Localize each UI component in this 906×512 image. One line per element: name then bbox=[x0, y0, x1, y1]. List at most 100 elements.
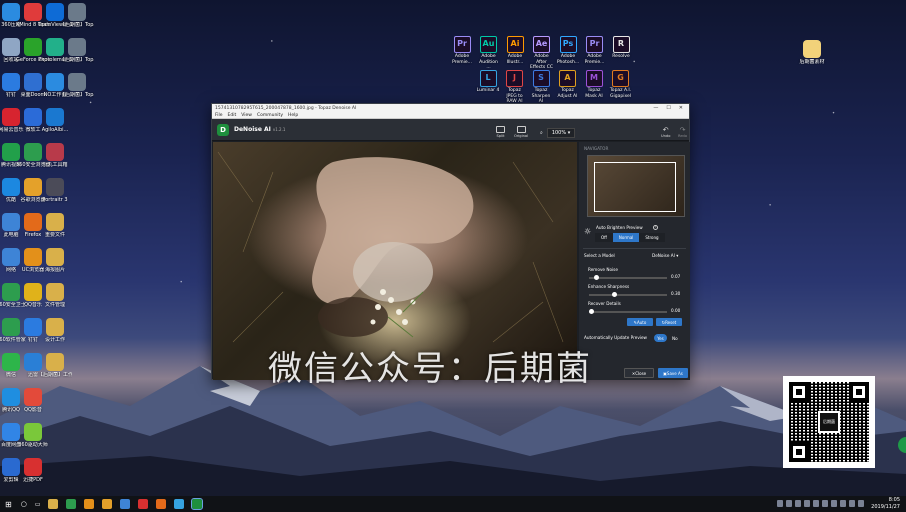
maximize-button[interactable]: ☐ bbox=[666, 105, 670, 111]
app-icon: A bbox=[559, 70, 576, 87]
tray-icon[interactable] bbox=[822, 500, 828, 507]
tray-icon[interactable] bbox=[831, 500, 837, 507]
app-icon: Pr bbox=[586, 36, 603, 53]
recover-details-slider[interactable] bbox=[589, 309, 667, 314]
app-icon[interactable] bbox=[138, 499, 149, 509]
adobe-app-icon[interactable]: Ps Adobe Photosh... bbox=[556, 36, 580, 65]
desktop-icon-folder[interactable]: 后期菌素材 bbox=[795, 38, 829, 65]
desktop-icon[interactable]: 重要文件 bbox=[38, 211, 72, 238]
topaz-app-icon[interactable]: S Topaz Sharpen AI bbox=[529, 70, 553, 105]
zoom-select[interactable]: 100% ▾ bbox=[546, 128, 576, 138]
brighten-off[interactable]: Off bbox=[595, 233, 613, 242]
app-icon bbox=[24, 388, 42, 406]
close-window-button[interactable]: ✕ bbox=[679, 105, 683, 111]
minimize-button[interactable]: — bbox=[653, 105, 658, 111]
desktop-icon[interactable]: 360驱动大师 bbox=[16, 421, 50, 448]
task-view-icon[interactable]: ▭ bbox=[35, 501, 41, 508]
desktop-icon[interactable]: 【后期菌】工作室 bbox=[38, 351, 72, 378]
desktop-icon[interactable]: 设计工作 bbox=[38, 316, 72, 343]
menu-view[interactable]: View bbox=[241, 113, 252, 118]
desktop-icon[interactable]: QQ影音 bbox=[16, 386, 50, 413]
menu-community[interactable]: Community bbox=[257, 113, 283, 118]
original-view-button[interactable]: Original bbox=[514, 126, 528, 138]
denoise-taskbar-icon[interactable] bbox=[191, 498, 204, 510]
desktop-icon[interactable]: 【后期菌】Topaz AI... bbox=[60, 1, 94, 28]
taskbar-clock[interactable]: 8:05 2019/11/27 bbox=[871, 497, 900, 510]
topaz-app-icon[interactable]: J Topaz JPEG to RAW AI bbox=[503, 70, 527, 105]
tray-icon[interactable] bbox=[777, 500, 783, 507]
slider-handle[interactable] bbox=[594, 275, 600, 280]
model-select[interactable]: DeNoise AI ▾ bbox=[652, 253, 678, 258]
adobe-app-icon[interactable]: Pr Adobe Premie... bbox=[450, 36, 474, 65]
app-icon bbox=[24, 458, 42, 476]
menu-help[interactable]: Help bbox=[288, 113, 298, 118]
app-header: D DeNoise AI v1.2.1 bbox=[212, 119, 689, 141]
desktop-icon-label: QQ影音 bbox=[24, 407, 42, 413]
desktop-icon[interactable]: 海报图片 bbox=[38, 246, 72, 273]
app-icon bbox=[46, 143, 64, 161]
save-as-button[interactable]: ▣ Save As bbox=[658, 368, 688, 378]
desktop-icon[interactable]: 【后期菌】Topaz AI... bbox=[60, 71, 94, 98]
network-icon[interactable] bbox=[858, 500, 864, 507]
zoom-control: ⌕ 100% ▾ bbox=[540, 128, 576, 138]
desktop-icon[interactable]: 文件管理 bbox=[38, 281, 72, 308]
firefox-icon[interactable] bbox=[156, 499, 167, 509]
reset-button[interactable]: ↻ Reset bbox=[656, 318, 682, 326]
app-icon[interactable] bbox=[174, 499, 185, 509]
uc-browser-icon[interactable] bbox=[84, 499, 95, 509]
enhance-sharpness-slider[interactable] bbox=[589, 292, 667, 297]
window-titlebar[interactable]: 1574131078295T615_200047878_1600.jpg - T… bbox=[212, 104, 689, 112]
app-icon bbox=[68, 3, 86, 21]
volume-icon[interactable] bbox=[849, 500, 855, 507]
adobe-app-icon[interactable]: Au Adobe Audition ... bbox=[477, 36, 501, 71]
desktop-icon-label: 重要文件 bbox=[44, 232, 65, 238]
adobe-app-icon[interactable]: Pr Adobe Premie... bbox=[583, 36, 607, 65]
slider-handle[interactable] bbox=[589, 309, 594, 314]
desktop-icon[interactable]: Portraitr 3 bbox=[38, 176, 72, 203]
file-explorer-icon[interactable] bbox=[48, 499, 59, 509]
undo-button[interactable]: ↶ Undo bbox=[661, 126, 670, 138]
browser-360-icon[interactable] bbox=[66, 499, 77, 509]
chrome-icon[interactable] bbox=[102, 499, 113, 509]
auto-update-no[interactable]: No bbox=[672, 336, 678, 341]
brighten-strong[interactable]: Strong bbox=[639, 233, 665, 242]
tray-icon[interactable] bbox=[840, 500, 846, 507]
adobe-app-icon[interactable]: R Resolve bbox=[609, 36, 633, 60]
desktop-icon[interactable]: 小丸工具箱 bbox=[38, 141, 72, 168]
app-name: DeNoise AI bbox=[234, 126, 271, 133]
adobe-app-icon[interactable]: Ai Adobe Illustr... bbox=[503, 36, 527, 65]
menu-file[interactable]: File bbox=[215, 113, 223, 118]
redo-button[interactable]: ↷ Redo bbox=[678, 126, 687, 138]
topaz-app-icon[interactable]: M Topaz Mask AI bbox=[582, 70, 606, 99]
desktop-icon[interactable]: 迅捷PDF bbox=[16, 456, 50, 483]
topaz-app-icon[interactable]: G Topaz A.I. Gigapixel bbox=[609, 70, 633, 99]
app-icon: Ps bbox=[559, 36, 577, 53]
topaz-app-icon[interactable]: A Topaz Adjust AI bbox=[556, 70, 580, 99]
app-icon bbox=[46, 213, 64, 231]
search-icon[interactable]: ○ bbox=[21, 500, 27, 508]
desktop-icon[interactable]: AgiloAlbi... bbox=[38, 106, 72, 133]
menu-edit[interactable]: Edit bbox=[228, 113, 237, 118]
close-button[interactable]: ✕ Close bbox=[624, 368, 654, 378]
navigator-frame[interactable] bbox=[594, 162, 676, 212]
tray-icon[interactable] bbox=[795, 500, 801, 507]
navigator-thumbnail[interactable] bbox=[587, 155, 685, 217]
app-icon[interactable] bbox=[120, 499, 131, 509]
tray-icon[interactable] bbox=[786, 500, 792, 507]
slider-handle[interactable] bbox=[612, 292, 618, 297]
app-icon bbox=[68, 73, 86, 91]
split-view-button[interactable]: Split bbox=[496, 126, 505, 138]
brighten-normal[interactable]: Normal bbox=[612, 233, 640, 242]
tray-icon[interactable] bbox=[804, 500, 810, 507]
auto-button[interactable]: ✎ Auto bbox=[627, 318, 653, 326]
auto-update-yes[interactable]: Yes bbox=[654, 334, 667, 342]
qr-center-logo: 后期菌 bbox=[818, 411, 840, 433]
tray-icon[interactable] bbox=[813, 500, 819, 507]
remove-noise-slider[interactable] bbox=[589, 275, 667, 280]
topaz-app-icon[interactable]: L Luminar 4 bbox=[476, 70, 500, 94]
settings-panel: NAVIGATOR ☼ Auto Brighten Preview ? Off … bbox=[579, 142, 690, 380]
remove-noise-label: Remove Noise bbox=[588, 267, 618, 272]
desktop-icon-label: Adobe Illustr... bbox=[506, 54, 524, 65]
windows-start-icon[interactable]: ⊞ bbox=[5, 500, 12, 509]
desktop-icon[interactable]: 【后期菌】Topaz AI... bbox=[60, 36, 94, 63]
